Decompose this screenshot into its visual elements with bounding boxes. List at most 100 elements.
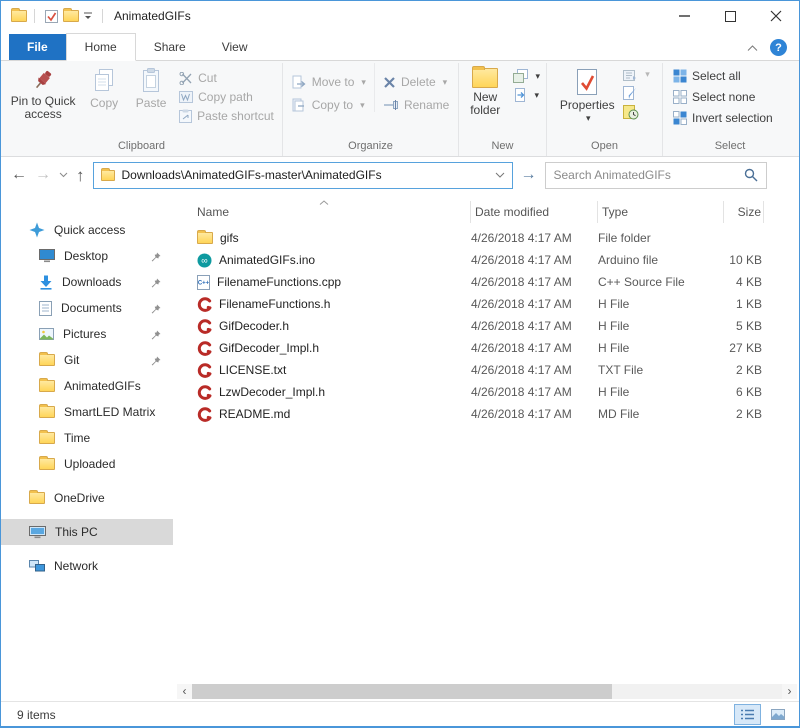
file-size: 2 KB [724,363,764,377]
recent-locations-dropdown[interactable] [59,172,68,178]
copy-path-button[interactable]: Copy path [179,90,274,104]
file-date: 4/26/2018 4:17 AM [471,297,598,311]
ribbon-group-new: New folder ▾ ▾ New [459,63,547,156]
tab-share[interactable]: Share [136,34,204,60]
tab-home[interactable]: Home [66,33,136,61]
properties-button[interactable]: Properties ▾ [555,63,619,125]
edit-button[interactable] [623,86,650,100]
downloads-icon [39,275,53,290]
address-bar[interactable]: Downloads\AnimatedGIFs-master\AnimatedGI… [93,162,513,189]
qat-customize-dropdown[interactable] [81,5,95,27]
search-input[interactable] [554,168,744,182]
cut-button[interactable]: Cut [179,71,274,85]
search-icon[interactable] [744,168,758,182]
sidebar-item-desktop[interactable]: Desktop [1,243,173,269]
sidebar-item-time[interactable]: Time [1,425,173,451]
history-button[interactable] [623,105,650,120]
history-icon [623,105,639,120]
help-button[interactable]: ? [770,39,787,56]
file-row[interactable]: LICENSE.txt 4/26/2018 4:17 AM TXT File 2… [177,359,799,381]
file-size: 6 KB [724,385,764,399]
paste-button[interactable]: Paste [127,63,175,110]
column-header-type[interactable]: Type [598,201,724,223]
details-view-button[interactable] [734,704,761,725]
sidebar-item-uploaded[interactable]: Uploaded [1,451,173,477]
file-row[interactable]: gifs 4/26/2018 4:17 AM File folder [177,227,799,249]
pin-to-quick-access-button[interactable]: Pin to Quick access [5,63,81,121]
up-button[interactable]: ↑ [76,167,85,184]
file-type: H File [598,319,724,333]
file-row[interactable]: README.md 4/26/2018 4:17 AM MD File 2 KB [177,403,799,425]
file-row[interactable]: FilenameFunctions.h 4/26/2018 4:17 AM H … [177,293,799,315]
go-to-button[interactable]: → [521,167,537,183]
file-row[interactable]: LzwDecoder_Impl.h 4/26/2018 4:17 AM H Fi… [177,381,799,403]
file-row[interactable]: GifDecoder_Impl.h 4/26/2018 4:17 AM H Fi… [177,337,799,359]
column-header-size[interactable]: Size [724,201,764,223]
address-path: Downloads\AnimatedGIFs-master\AnimatedGI… [122,168,382,182]
rename-button[interactable]: Rename [383,98,449,112]
invert-selection-button[interactable]: Invert selection [673,111,773,125]
tab-view[interactable]: View [204,34,266,60]
sidebar-item-network[interactable]: Network [1,553,173,579]
select-none-button[interactable]: Select none [673,90,773,104]
select-all-button[interactable]: Select all [673,69,773,83]
back-button[interactable]: ← [11,167,27,183]
file-size: 2 KB [724,407,764,421]
chevron-down-icon [83,12,93,20]
sidebar-item-quick-access[interactable]: Quick access [1,217,173,243]
qat-new-folder-button[interactable] [61,5,81,27]
minimize-button[interactable] [661,1,707,31]
collapse-ribbon-icon[interactable] [747,45,758,51]
h-file-icon [197,385,212,400]
file-type: MD File [598,407,724,421]
maximize-button[interactable] [707,1,753,31]
scroll-left-icon[interactable]: ‹ [177,684,192,699]
scrollbar-track[interactable] [192,684,782,699]
dropdown-icon: ▾ [535,71,540,82]
folder-icon [63,10,79,22]
copy-to-button[interactable]: Copy to ▾ [292,98,366,112]
sidebar-item-this-pc[interactable]: This PC [1,519,173,545]
file-size: 4 KB [724,275,764,289]
sidebar-item-pictures[interactable]: Pictures [1,321,173,347]
file-row[interactable]: ∞AnimatedGIFs.ino 4/26/2018 4:17 AM Ardu… [177,249,799,271]
status-bar: 9 items [1,701,799,727]
sidebar-item-documents[interactable]: Documents [1,295,173,321]
sidebar-item-onedrive[interactable]: OneDrive [1,485,173,511]
easy-access-button[interactable]: ▾ [513,88,540,102]
sidebar-item-downloads[interactable]: Downloads [1,269,173,295]
qat-properties-button[interactable] [42,5,61,27]
scrollbar-thumb[interactable] [192,684,612,699]
folder-icon [39,406,55,418]
file-row[interactable]: C++FilenameFunctions.cpp 4/26/2018 4:17 … [177,271,799,293]
file-row[interactable]: GifDecoder.h 4/26/2018 4:17 AM H File 5 … [177,315,799,337]
move-to-button[interactable]: Move to ▾ [292,75,366,89]
sidebar-item-git[interactable]: Git [1,347,173,373]
column-headers: Name Date modified Type Size [177,197,799,227]
h-file-icon [197,297,212,312]
sidebar-item-label: This PC [55,525,98,539]
copy-button[interactable]: Copy [81,63,127,110]
delete-button[interactable]: Delete ▾ [383,75,449,89]
large-icons-view-button[interactable] [764,704,791,725]
file-name: gifs [220,231,239,245]
new-group-label: New [461,139,544,156]
new-folder-button[interactable]: New folder [461,63,509,117]
copy-path-icon [179,91,193,103]
pictures-icon [39,328,54,340]
pin-icon [151,355,161,369]
paste-shortcut-button[interactable]: Paste shortcut [179,109,274,123]
sidebar-item-animatedgifs[interactable]: AnimatedGIFs [1,373,173,399]
tab-file[interactable]: File [9,34,66,60]
svg-text:∞: ∞ [201,255,207,265]
new-item-button[interactable]: ▾ [513,69,540,83]
close-button[interactable] [753,1,799,31]
copy-path-label: Copy path [198,90,253,104]
scroll-right-icon[interactable]: › [782,684,797,699]
column-header-date-modified[interactable]: Date modified [471,201,598,223]
open-button[interactable]: ▾ [623,68,650,81]
easy-access-icon [513,88,527,102]
address-dropdown-icon[interactable] [495,172,505,178]
forward-button[interactable]: → [35,167,51,183]
sidebar-item-smartled-matrix[interactable]: SmartLED Matrix [1,399,173,425]
